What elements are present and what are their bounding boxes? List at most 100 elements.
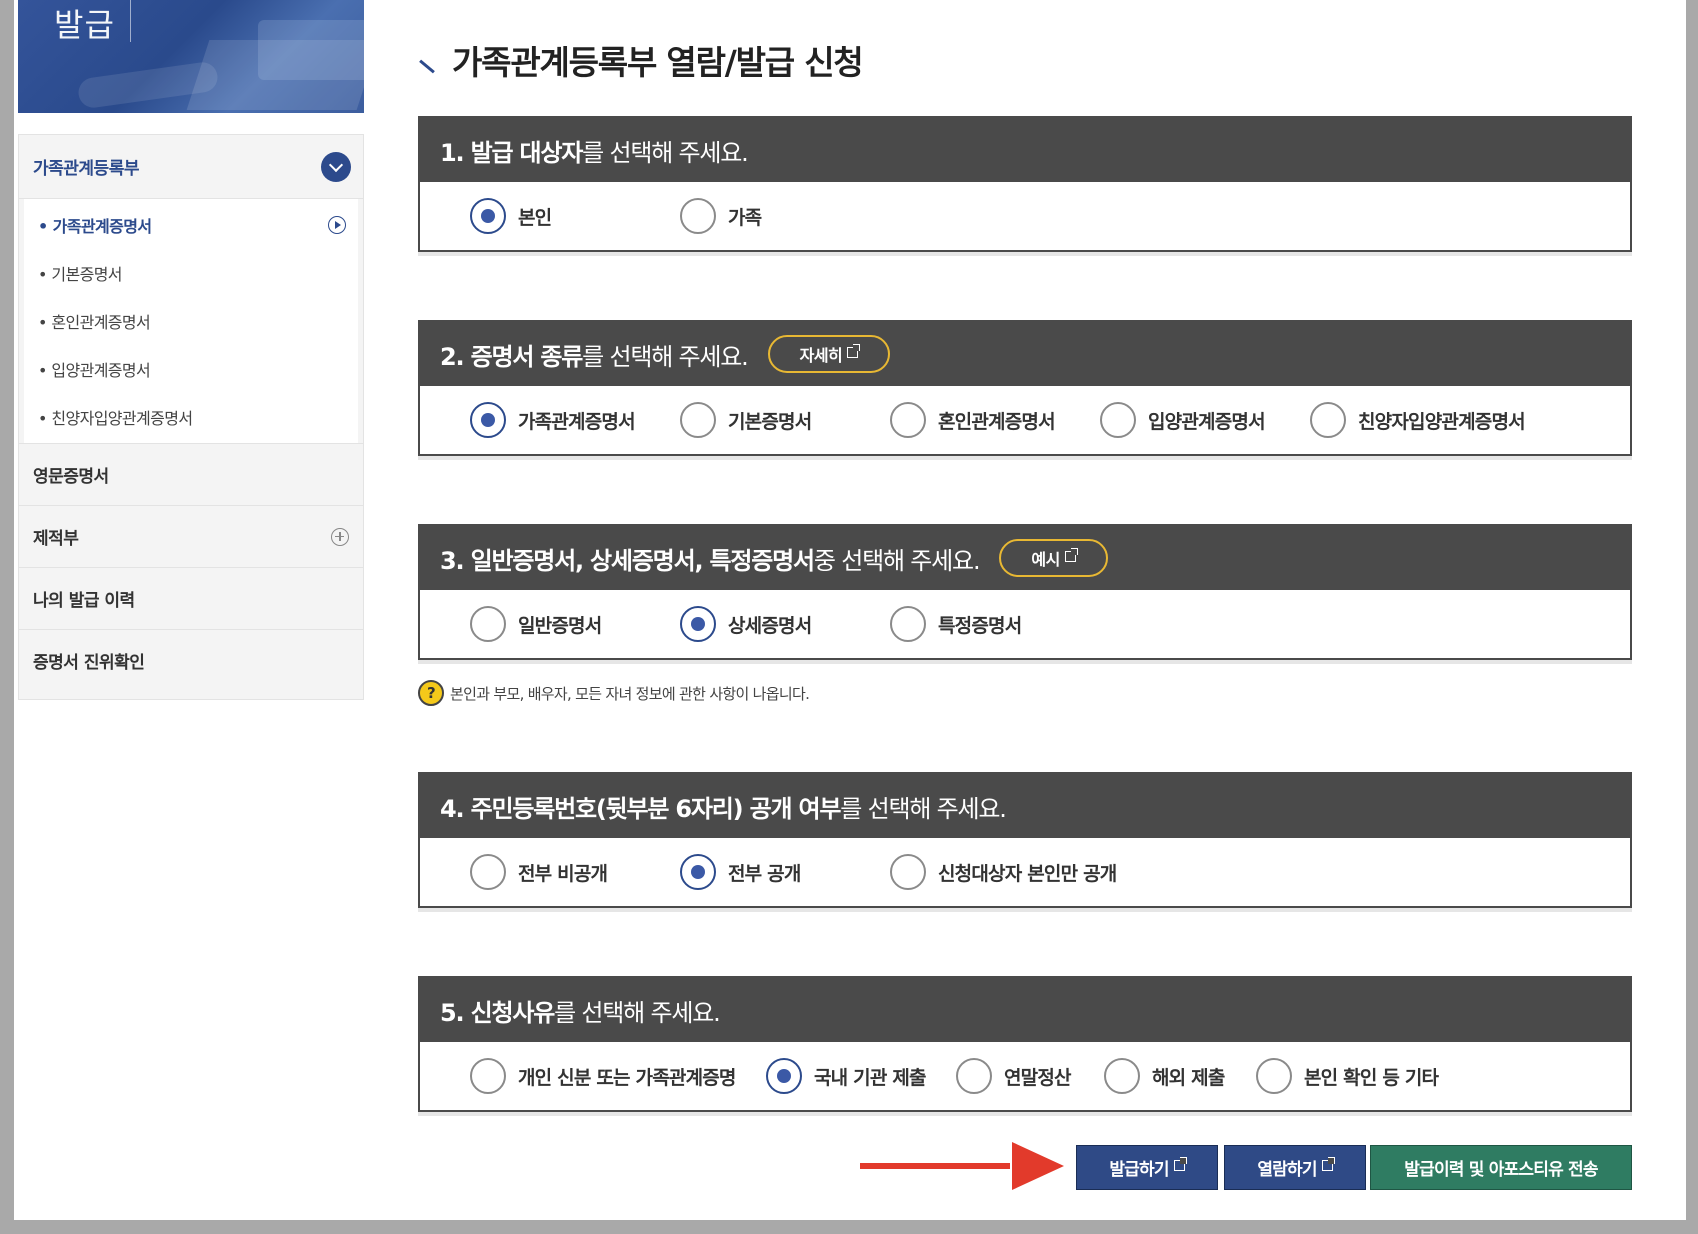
banner-divider bbox=[130, 0, 131, 42]
radio-option-adoption-cert[interactable]: 입양관계증명서 bbox=[1100, 402, 1310, 438]
banner-decoration bbox=[258, 20, 364, 80]
radio-label: 전부 공개 bbox=[728, 862, 801, 885]
sidebar-subitem-adoption-cert[interactable]: • 입양관계증명서 bbox=[24, 345, 358, 393]
sidebar-subitem-label: • 가족관계증명서 bbox=[38, 217, 152, 236]
radio-label: 신청대상자 본인만 공개 bbox=[938, 862, 1117, 885]
radio-button[interactable] bbox=[1256, 1058, 1292, 1094]
radio-label: 개인 신분 또는 가족관계증명 bbox=[518, 1066, 736, 1089]
issue-button[interactable]: 발급하기 bbox=[1076, 1145, 1218, 1190]
radio-label: 기본증명서 bbox=[728, 410, 812, 433]
radio-option-specific[interactable]: 특정증명서 bbox=[890, 606, 1022, 642]
sidebar-item-authenticity-check[interactable]: 증명서 진위확인 bbox=[19, 629, 363, 691]
section-header: 3. 일반증명서, 상세증명서, 특정증명서 중 선택해 주세요. 예시 bbox=[420, 526, 1630, 590]
radio-button[interactable] bbox=[890, 606, 926, 642]
radio-button[interactable] bbox=[890, 402, 926, 438]
radio-option-self-only[interactable]: 신청대상자 본인만 공개 bbox=[890, 854, 1117, 890]
example-button[interactable]: 예시 bbox=[999, 539, 1108, 577]
radio-label: 본인 확인 등 기타 bbox=[1304, 1066, 1439, 1089]
radio-button[interactable] bbox=[680, 606, 716, 642]
radio-button[interactable] bbox=[470, 198, 506, 234]
sidebar-subitem-text: 혼인관계증명서 bbox=[51, 313, 151, 332]
section-target: 1. 발급 대상자 를 선택해 주세요. 본인 가족 bbox=[418, 116, 1632, 252]
radio-option-self[interactable]: 본인 bbox=[470, 198, 680, 234]
radio-button[interactable] bbox=[680, 854, 716, 890]
radio-option-marriage-cert[interactable]: 혼인관계증명서 bbox=[890, 402, 1100, 438]
plus-circle-icon[interactable] bbox=[331, 527, 349, 546]
section-banner: 발급 bbox=[18, 0, 364, 113]
banner-title: 발급 bbox=[54, 6, 115, 44]
external-link-icon bbox=[1321, 1157, 1335, 1171]
section-header-bold: 2. 증명서 종류 bbox=[440, 342, 583, 371]
radio-label: 친양자입양관계증명서 bbox=[1358, 410, 1526, 433]
sidebar-item-removed-register[interactable]: 제적부 bbox=[19, 505, 363, 567]
radio-group-reason: 개인 신분 또는 가족관계증명 국내 기관 제출 연말정산 해외 제출 본인 확… bbox=[420, 1042, 1630, 1110]
radio-option-family-cert[interactable]: 가족관계증명서 bbox=[470, 402, 680, 438]
radio-group-target: 본인 가족 bbox=[420, 182, 1630, 250]
radio-button[interactable] bbox=[470, 854, 506, 890]
external-link-icon bbox=[847, 343, 861, 358]
sidebar-subitem-basic-cert[interactable]: • 기본증명서 bbox=[24, 249, 358, 297]
chevron-down-icon[interactable] bbox=[321, 151, 351, 182]
radio-option-domestic[interactable]: 국내 기관 제출 bbox=[766, 1058, 956, 1094]
example-button-label: 예시 bbox=[1031, 550, 1060, 569]
radio-button[interactable] bbox=[1104, 1058, 1140, 1094]
radio-option-full-adoption-cert[interactable]: 친양자입양관계증명서 bbox=[1310, 402, 1526, 438]
radio-option-detailed[interactable]: 상세증명서 bbox=[680, 606, 890, 642]
history-apostille-button[interactable]: 발급이력 및 아포스티유 전송 bbox=[1370, 1145, 1632, 1190]
radio-button[interactable] bbox=[470, 606, 506, 642]
section-header-bold: 1. 발급 대상자 bbox=[440, 138, 583, 167]
sidebar-group-family-registry[interactable]: 가족관계등록부 bbox=[19, 135, 363, 199]
radio-button[interactable] bbox=[470, 402, 506, 438]
radio-button[interactable] bbox=[680, 198, 716, 234]
view-button[interactable]: 열람하기 bbox=[1224, 1145, 1366, 1190]
sidebar-subitem-text: 친양자입양관계증명서 bbox=[51, 409, 193, 428]
sidebar-subitem-marriage-cert[interactable]: • 혼인관계증명서 bbox=[24, 297, 358, 345]
radio-label: 국내 기관 제출 bbox=[814, 1066, 927, 1089]
radio-button[interactable] bbox=[680, 402, 716, 438]
radio-label: 연말정산 bbox=[1004, 1066, 1072, 1089]
history-apostille-button-label: 발급이력 및 아포스티유 전송 bbox=[1404, 1160, 1598, 1180]
radio-option-overseas[interactable]: 해외 제출 bbox=[1104, 1058, 1256, 1094]
sidebar-subitem-full-adoption-cert[interactable]: • 친양자입양관계증명서 bbox=[24, 393, 358, 441]
radio-label: 상세증명서 bbox=[728, 614, 812, 637]
radio-option-identity[interactable]: 개인 신분 또는 가족관계증명 bbox=[470, 1058, 766, 1094]
sidebar-subitem-family-cert[interactable]: • 가족관계증명서 bbox=[24, 201, 358, 249]
radio-group-cert-type: 가족관계증명서 기본증명서 혼인관계증명서 입양관계증명서 친양자입양관계증명서 bbox=[420, 386, 1630, 454]
sidebar-item-my-history[interactable]: 나의 발급 이력 bbox=[19, 567, 363, 629]
radio-label: 입양관계증명서 bbox=[1148, 410, 1266, 433]
radio-button[interactable] bbox=[956, 1058, 992, 1094]
radio-button[interactable] bbox=[1100, 402, 1136, 438]
red-arrow-icon bbox=[1012, 1142, 1064, 1190]
radio-option-basic-cert[interactable]: 기본증명서 bbox=[680, 402, 890, 438]
radio-label: 해외 제출 bbox=[1152, 1066, 1225, 1089]
section-cert-detail: 3. 일반증명서, 상세증명서, 특정증명서 중 선택해 주세요. 예시 일반증… bbox=[418, 524, 1632, 660]
sidebar-subitem-text: 기본증명서 bbox=[51, 265, 122, 284]
view-button-label: 열람하기 bbox=[1257, 1160, 1317, 1180]
radio-option-other[interactable]: 본인 확인 등 기타 bbox=[1256, 1058, 1439, 1094]
sidebar-item-english-cert[interactable]: 영문증명서 bbox=[19, 443, 363, 505]
radio-option-family[interactable]: 가족 bbox=[680, 198, 762, 234]
sidebar-item-label: 증명서 진위확인 bbox=[33, 653, 145, 673]
radio-button[interactable] bbox=[470, 1058, 506, 1094]
radio-button[interactable] bbox=[1310, 402, 1346, 438]
question-icon: ? bbox=[418, 680, 444, 706]
issue-button-label: 발급하기 bbox=[1109, 1160, 1169, 1180]
section-header-bold: 3. 일반증명서, 상세증명서, 특정증명서 bbox=[440, 546, 815, 575]
radio-button[interactable] bbox=[766, 1058, 802, 1094]
details-button-label: 자세히 bbox=[799, 346, 843, 365]
section-header-bold: 4. 주민등록번호(뒷부분 6자리) 공개 여부 bbox=[440, 794, 841, 823]
sidebar-item-label: 영문증명서 bbox=[33, 467, 109, 487]
radio-option-all-shown[interactable]: 전부 공개 bbox=[680, 854, 890, 890]
page-header: 가족관계등록부 열람/발급 신청 bbox=[418, 36, 864, 84]
details-button[interactable]: 자세히 bbox=[767, 335, 891, 373]
radio-option-general[interactable]: 일반증명서 bbox=[470, 606, 680, 642]
sidebar-item-label: 나의 발급 이력 bbox=[33, 591, 135, 611]
section-header-rest: 를 선택해 주세요. bbox=[840, 794, 1007, 823]
help-note: ? 본인과 부모, 배우자, 모든 자녀 정보에 관한 사항이 나옵니다. bbox=[418, 680, 810, 706]
sidebar-submenu: • 가족관계증명서 • 기본증명서 • 혼인관계증명서 • 입양관계증명서 • … bbox=[24, 199, 358, 443]
radio-button[interactable] bbox=[890, 854, 926, 890]
radio-option-tax[interactable]: 연말정산 bbox=[956, 1058, 1104, 1094]
radio-option-all-hidden[interactable]: 전부 비공개 bbox=[470, 854, 680, 890]
sidebar-subitem-label: • 혼인관계증명서 bbox=[38, 313, 151, 332]
external-link-icon bbox=[1173, 1157, 1187, 1171]
